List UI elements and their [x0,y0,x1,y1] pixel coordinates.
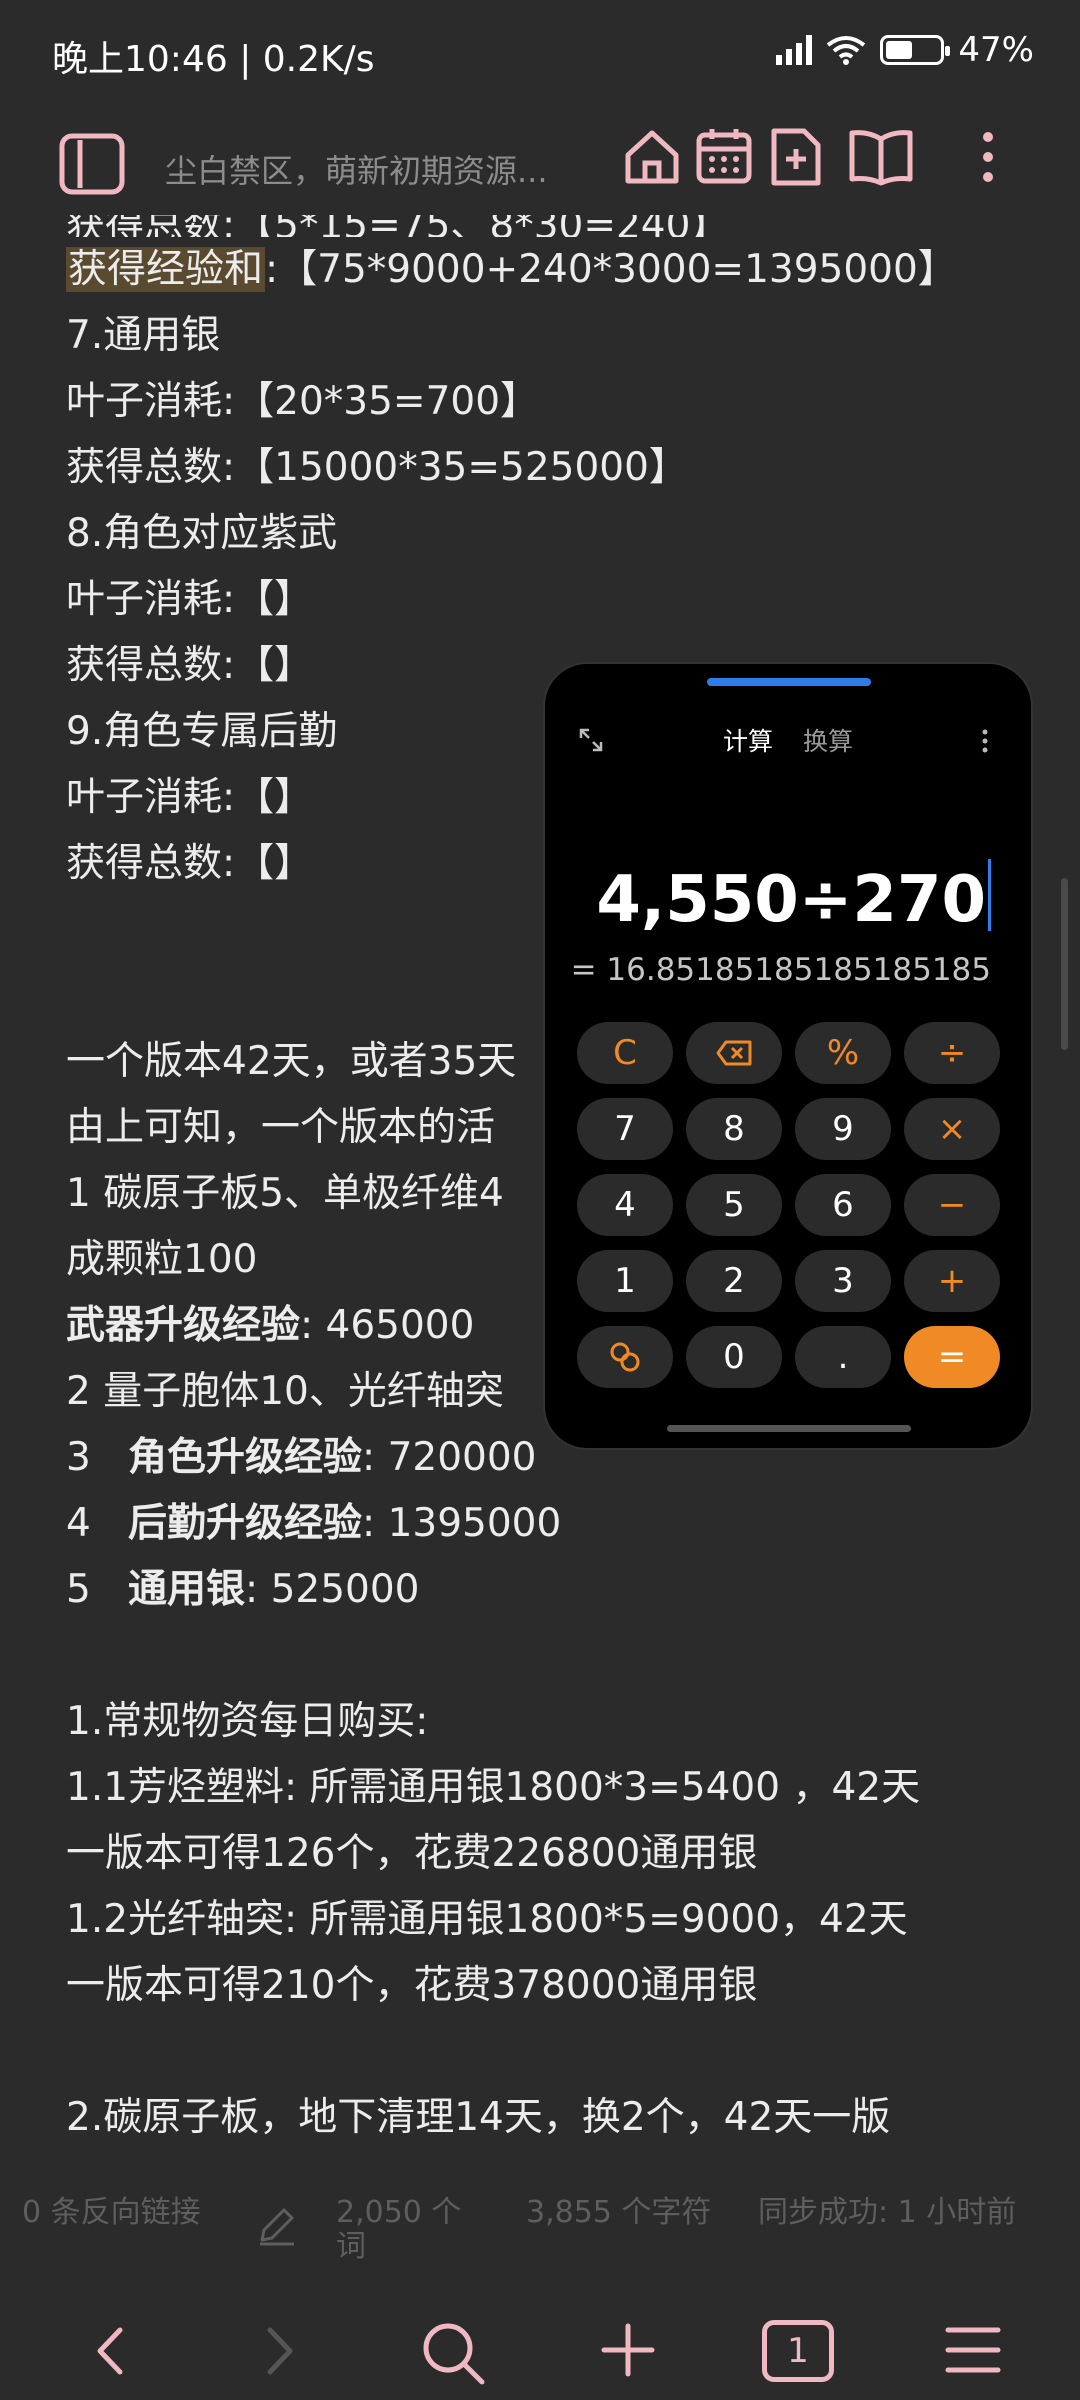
percent-button[interactable]: % [795,1022,891,1084]
note-line: 叶子消耗:【】 [66,577,314,622]
battery-icon [880,35,951,65]
scrollbar[interactable] [1061,878,1068,1050]
minus-button[interactable]: − [904,1174,1000,1236]
note-line: 7.通用银 [66,313,221,358]
digit-8-button[interactable]: 8 [686,1098,782,1160]
signal-icon [776,35,813,65]
note-stats-bar: 0 条反向链接 2,050 个词 3,855 个字符 同步成功: 1 小时前 [0,2190,1080,2270]
tab-calculate[interactable]: 计算 [723,722,773,758]
swap-icon [610,1342,640,1372]
back-arrow-icon[interactable] [92,2326,128,2376]
calculator-menu-icon[interactable] [981,728,989,754]
reading-mode-icon[interactable] [848,125,914,189]
note-title[interactable]: 尘白禁区，萌新初期资源... [165,146,548,192]
divide-button[interactable]: ÷ [904,1022,1000,1084]
note-line: 1.1芳烃塑料: 所需通用银1800*3=5400 ，42天 [66,1765,921,1810]
note-line: 4 后勤升级经验: 1395000 [66,1501,562,1546]
note-line: 叶子消耗:【20*35=700】 [66,379,540,424]
status-time: 晚上10:46 | 0.2K/s [52,39,375,80]
note-line: 获得经验和:【75*9000+240*3000=1395000】 [66,247,957,292]
status-bar: 晚上10:46 | 0.2K/s 47% [0,0,1080,100]
backspace-button[interactable] [686,1022,782,1084]
digit-4-button[interactable]: 4 [577,1174,673,1236]
note-line: 一版本可得126个，花费226800通用银 [66,1831,758,1876]
plus-button[interactable]: + [904,1250,1000,1312]
digit-9-button[interactable]: 9 [795,1098,891,1160]
note-line: 1.2光纤轴突: 所需通用银1800*5=9000，42天 [66,1897,908,1942]
forward-arrow-icon[interactable] [262,2326,298,2376]
home-icon[interactable] [622,125,682,189]
decimal-button[interactable]: . [795,1326,891,1388]
note-line-clipped: 获得总数:【5*15=75、8*30=240】 [66,215,1026,237]
note-line: 2.碳原子板，地下清理14天，换2个，42天一版 [66,2095,891,2140]
note-line: 获得总数:【15000*35=525000】 [66,445,688,490]
battery-percent: 47% [958,30,1034,70]
note-line: 1.常规物资每日购买: [66,1699,429,1744]
digit-2-button[interactable]: 2 [686,1250,782,1312]
note-header: 尘白禁区，萌新初期资源... [0,110,1080,220]
equals-button[interactable]: = [904,1326,1000,1388]
calculator-toolbar: 计算 换算 [545,714,1031,764]
digit-6-button[interactable]: 6 [795,1174,891,1236]
highlighted-text: 获得经验和 [66,247,266,292]
digit-5-button[interactable]: 5 [686,1174,782,1236]
window-drag-handle[interactable] [707,678,871,686]
tab-count: 1 [787,2331,809,2371]
calculator-expression: 4,550÷270 [596,859,991,937]
digit-3-button[interactable]: 3 [795,1250,891,1312]
sync-status: 同步成功: 1 小时前 [758,2195,1017,2230]
status-right: 47% [776,30,1034,70]
calculator-keypad: C % ÷ 7 8 9 × 4 5 6 − 1 2 3 + 0 . = [577,1022,1005,1388]
digit-0-button[interactable]: 0 [686,1326,782,1388]
note-line: 5 通用银: 525000 [66,1567,420,1612]
calculator-result: = 16.85185185185185185 [570,952,991,988]
hamburger-menu-icon[interactable] [944,2324,1002,2376]
note-line: 8.角色对应紫武 [66,511,338,556]
new-note-icon[interactable] [768,125,824,189]
clear-button[interactable]: C [577,1022,673,1084]
more-menu-icon[interactable] [976,125,1000,189]
add-icon[interactable] [600,2322,656,2378]
backlinks-count[interactable]: 0 条反向链接 [22,2196,222,2230]
text-caret [988,859,991,931]
tabs-button[interactable]: 1 [762,2320,834,2382]
expand-icon[interactable] [577,726,605,754]
word-count: 2,050 个词 [336,2195,462,2264]
window-resize-bar[interactable] [667,1425,911,1432]
note-line: 一版本可得210个，花费378000通用银 [66,1963,758,2008]
search-icon[interactable] [420,2320,486,2386]
calendar-icon[interactable] [694,125,754,189]
digit-1-button[interactable]: 1 [577,1250,673,1312]
calculator-window[interactable]: 计算 换算 4,550÷270 = 16.85185185185185185 C… [543,662,1033,1450]
bottom-navigation: 1 [0,2300,1080,2400]
char-count: 3,855 个字符 [526,2195,712,2230]
backspace-icon [716,1040,752,1066]
toggle-mode-button[interactable] [577,1326,673,1388]
digit-7-button[interactable]: 7 [577,1098,673,1160]
wifi-icon [827,36,866,65]
multiply-button[interactable]: × [904,1098,1000,1160]
tab-convert[interactable]: 换算 [803,722,853,758]
edit-pencil-icon[interactable] [254,2204,298,2248]
sidebar-toggle-icon[interactable] [58,132,126,196]
